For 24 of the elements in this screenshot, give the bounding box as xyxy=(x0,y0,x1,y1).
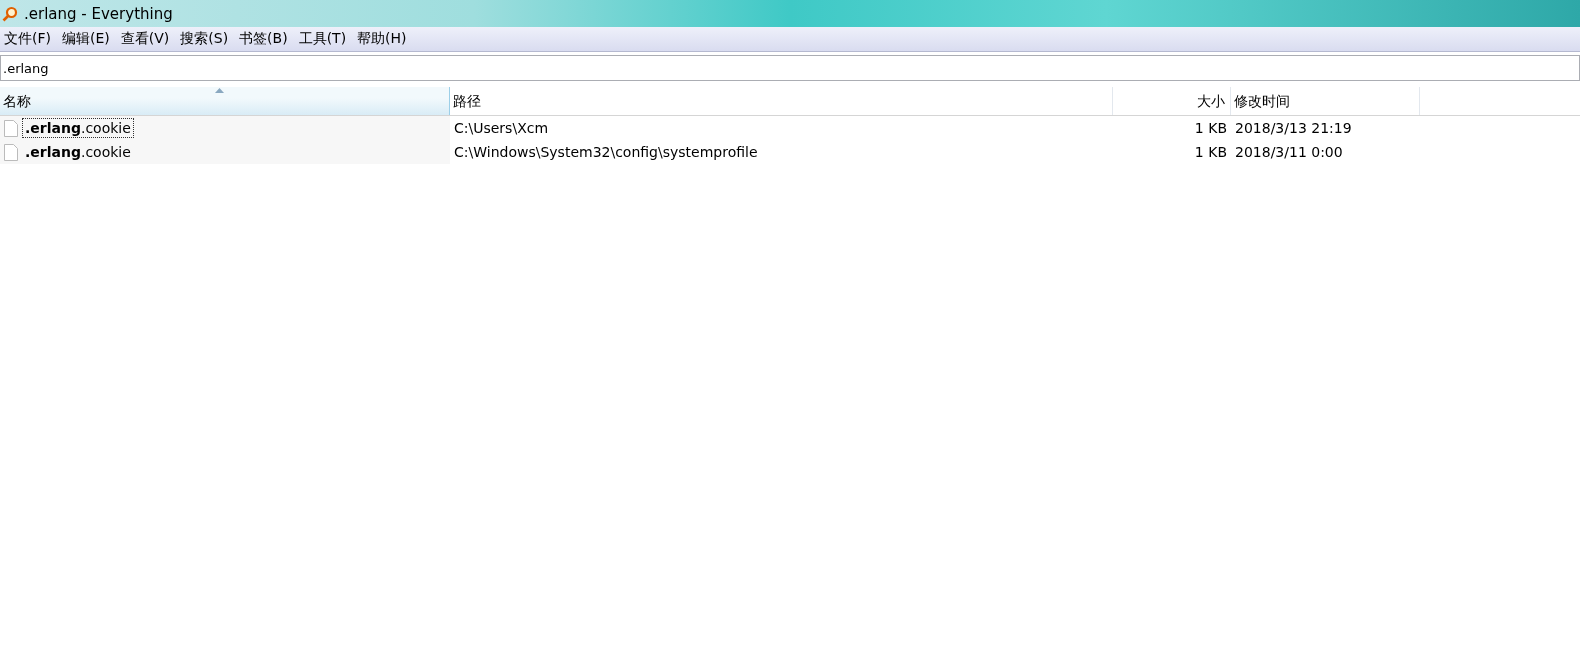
table-cell-text: 1 KB xyxy=(1193,143,1228,162)
file-icon xyxy=(4,143,18,161)
menu-item[interactable]: 工具(T) xyxy=(294,30,354,48)
menu-item[interactable]: 查看(V) xyxy=(116,30,177,48)
column-header[interactable]: 路径 xyxy=(450,87,1113,115)
window-title: .erlang - Everything xyxy=(24,4,173,23)
table-cell-text: C:\Users\Xcm xyxy=(453,119,550,138)
table-cell-text: 2018/3/11 0:00 xyxy=(1234,143,1344,162)
menu-item[interactable]: 帮助(H) xyxy=(353,30,414,48)
file-icon xyxy=(4,119,18,137)
menu-item[interactable]: 搜索(S) xyxy=(176,30,236,48)
menu-item[interactable]: 书签(B) xyxy=(235,30,295,48)
sort-arrow-icon xyxy=(215,88,224,93)
column-header[interactable]: 名称 xyxy=(0,87,450,115)
menu-item[interactable]: 文件(F) xyxy=(0,30,58,48)
search-field[interactable]: .erlang xyxy=(0,55,1580,81)
table-cell[interactable]: .erlang.cookie xyxy=(0,140,450,164)
magnifier-icon xyxy=(2,5,18,22)
table-cell-text: 1 KB xyxy=(1193,119,1228,138)
table-cell-text: C:\Windows\System32\config\systemprofile xyxy=(453,143,759,162)
menu-item[interactable]: 编辑(E) xyxy=(58,30,117,48)
table-cell-text: 2018/3/13 21:19 xyxy=(1234,119,1353,138)
table-cell[interactable]: .erlang.cookie xyxy=(0,116,450,140)
column-header[interactable]: 修改时间 xyxy=(1231,87,1420,115)
